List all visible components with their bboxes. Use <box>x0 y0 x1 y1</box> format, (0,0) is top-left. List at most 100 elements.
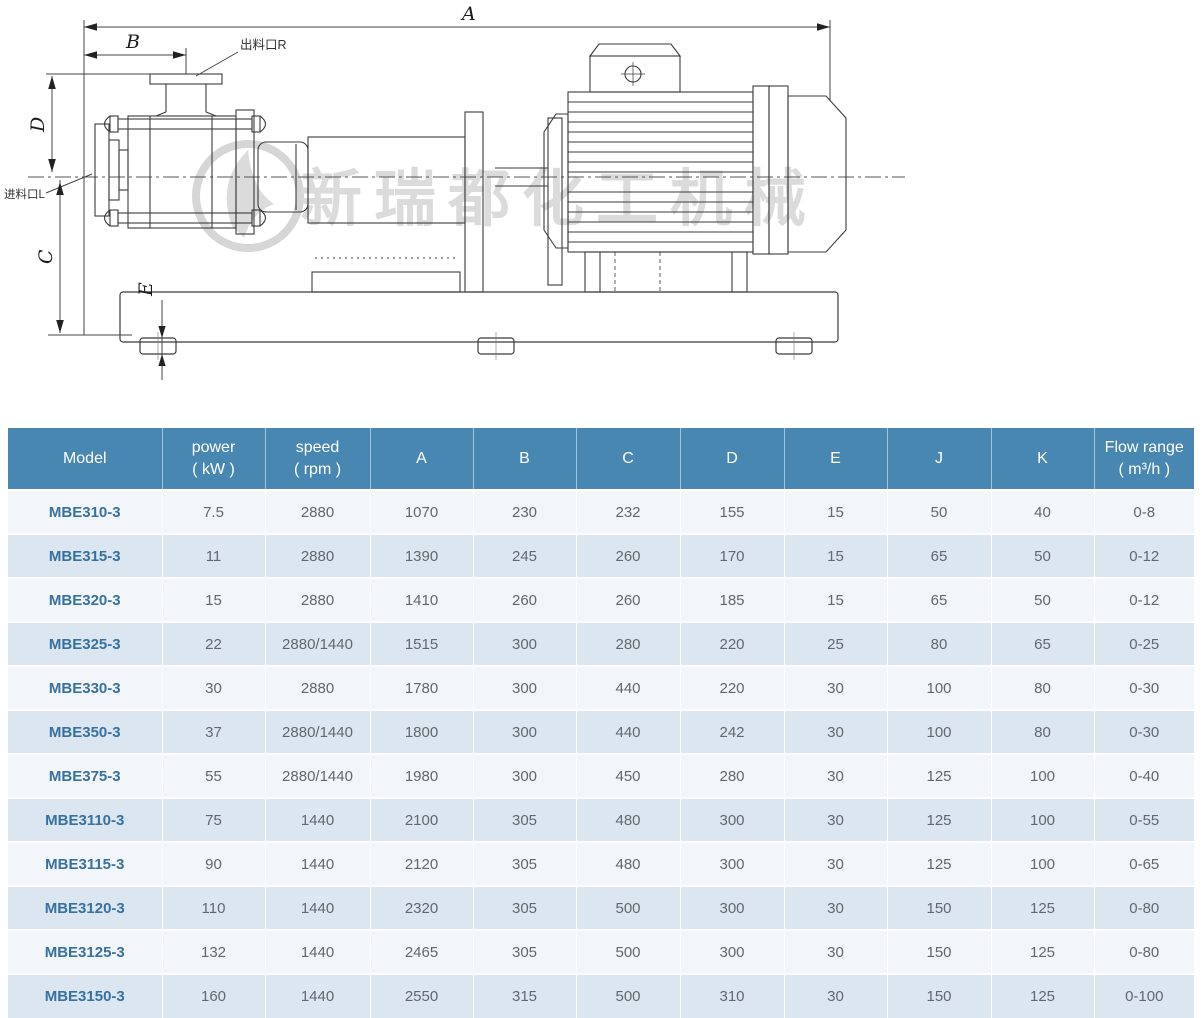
value-cell: 2550 <box>370 974 473 1018</box>
value-cell: 0-30 <box>1094 710 1194 754</box>
value-cell: 30 <box>784 798 887 842</box>
table-row: MBE310-37.5288010702302321551550400-8 <box>8 490 1194 534</box>
col-header-line1: K <box>994 448 1092 470</box>
value-cell: 132 <box>162 930 265 974</box>
value-cell: 30 <box>784 754 887 798</box>
value-cell: 0-12 <box>1094 578 1194 622</box>
value-cell: 1515 <box>370 622 473 666</box>
table-row: MBE320-315288014102602601851565500-12 <box>8 578 1194 622</box>
value-cell: 1440 <box>265 974 370 1018</box>
col-header-line1: C <box>579 448 678 470</box>
value-cell: 305 <box>473 930 576 974</box>
value-cell: 30 <box>784 666 887 710</box>
dim-label-B: B <box>125 31 140 53</box>
value-cell: 300 <box>680 798 784 842</box>
value-cell: 0-30 <box>1094 666 1194 710</box>
value-cell: 300 <box>680 930 784 974</box>
model-cell: MBE375-3 <box>8 754 162 798</box>
col-header-line2: ( kW ) <box>165 459 263 481</box>
value-cell: 100 <box>887 710 991 754</box>
col-header-d: D <box>680 428 784 490</box>
table-row: MBE3120-311014402320305500300301501250-8… <box>8 886 1194 930</box>
dim-label-E: E <box>135 282 157 297</box>
value-cell: 170 <box>680 534 784 578</box>
model-cell: MBE3125-3 <box>8 930 162 974</box>
value-cell: 305 <box>473 886 576 930</box>
value-cell: 30 <box>784 842 887 886</box>
col-header-speed: speed( rpm ) <box>265 428 370 490</box>
value-cell: 2880 <box>265 534 370 578</box>
value-cell: 30 <box>784 974 887 1018</box>
value-cell: 0-55 <box>1094 798 1194 842</box>
value-cell: 440 <box>576 666 680 710</box>
value-cell: 7.5 <box>162 490 265 534</box>
value-cell: 100 <box>991 842 1094 886</box>
value-cell: 0-80 <box>1094 886 1194 930</box>
value-cell: 160 <box>162 974 265 1018</box>
value-cell: 260 <box>576 578 680 622</box>
value-cell: 242 <box>680 710 784 754</box>
value-cell: 245 <box>473 534 576 578</box>
value-cell: 2880 <box>265 666 370 710</box>
value-cell: 50 <box>991 578 1094 622</box>
col-header-k: K <box>991 428 1094 490</box>
value-cell: 1800 <box>370 710 473 754</box>
col-header-model: Model <box>8 428 162 490</box>
value-cell: 1410 <box>370 578 473 622</box>
col-header-c: C <box>576 428 680 490</box>
value-cell: 0-25 <box>1094 622 1194 666</box>
model-cell: MBE350-3 <box>8 710 162 754</box>
value-cell: 40 <box>991 490 1094 534</box>
value-cell: 260 <box>576 534 680 578</box>
value-cell: 260 <box>473 578 576 622</box>
value-cell: 80 <box>991 666 1094 710</box>
col-header-line2: ( rpm ) <box>268 459 368 481</box>
model-cell: MBE325-3 <box>8 622 162 666</box>
value-cell: 30 <box>784 886 887 930</box>
value-cell: 0-12 <box>1094 534 1194 578</box>
value-cell: 1780 <box>370 666 473 710</box>
value-cell: 65 <box>887 578 991 622</box>
value-cell: 2880 <box>265 490 370 534</box>
table-row: MBE325-3222880/144015153002802202580650-… <box>8 622 1194 666</box>
value-cell: 2100 <box>370 798 473 842</box>
table-row: MBE3150-316014402550315500310301501250-1… <box>8 974 1194 1018</box>
col-header-power: power( kW ) <box>162 428 265 490</box>
col-header-line1: Model <box>10 448 160 470</box>
value-cell: 110 <box>162 886 265 930</box>
value-cell: 125 <box>991 974 1094 1018</box>
value-cell: 125 <box>991 886 1094 930</box>
value-cell: 1440 <box>265 930 370 974</box>
col-header-b: B <box>473 428 576 490</box>
model-cell: MBE3110-3 <box>8 798 162 842</box>
value-cell: 11 <box>162 534 265 578</box>
col-header-line1: A <box>373 448 471 470</box>
value-cell: 15 <box>784 534 887 578</box>
model-cell: MBE320-3 <box>8 578 162 622</box>
col-header-line1: Flow range <box>1097 437 1193 459</box>
model-cell: MBE3115-3 <box>8 842 162 886</box>
value-cell: 15 <box>162 578 265 622</box>
value-cell: 80 <box>991 710 1094 754</box>
value-cell: 230 <box>473 490 576 534</box>
model-cell: MBE3120-3 <box>8 886 162 930</box>
value-cell: 1440 <box>265 842 370 886</box>
col-header-line1: J <box>890 448 989 470</box>
value-cell: 22 <box>162 622 265 666</box>
value-cell: 185 <box>680 578 784 622</box>
value-cell: 15 <box>784 490 887 534</box>
value-cell: 2880 <box>265 578 370 622</box>
value-cell: 125 <box>887 842 991 886</box>
value-cell: 150 <box>887 930 991 974</box>
value-cell: 500 <box>576 974 680 1018</box>
value-cell: 155 <box>680 490 784 534</box>
outlet-port-label: 出料口R <box>240 38 287 52</box>
value-cell: 500 <box>576 886 680 930</box>
dim-label-A: A <box>460 3 476 25</box>
value-cell: 305 <box>473 842 576 886</box>
table-row: MBE315-311288013902452601701565500-12 <box>8 534 1194 578</box>
value-cell: 2880/1440 <box>265 754 370 798</box>
value-cell: 65 <box>887 534 991 578</box>
value-cell: 2880/1440 <box>265 622 370 666</box>
value-cell: 37 <box>162 710 265 754</box>
